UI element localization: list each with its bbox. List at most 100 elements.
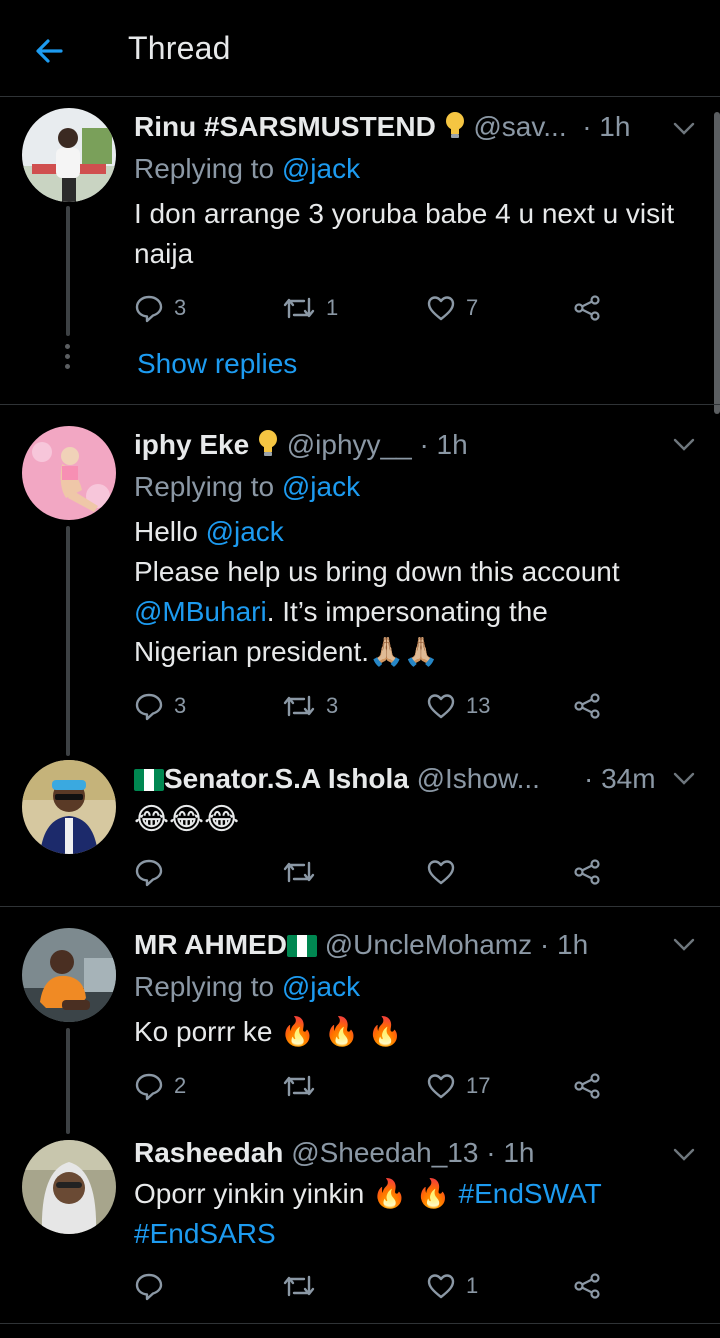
user-handle[interactable]: @UncleMohamz	[325, 929, 532, 960]
text-segment: Oporr yinkin yinkin	[134, 1178, 373, 1209]
chevron-down-icon[interactable]	[670, 934, 698, 954]
replying-label: Replying to	[134, 971, 275, 1002]
tweet-text: I don arrange 3 yoruba babe 4 u next u v…	[134, 198, 675, 269]
retweet-button[interactable]	[282, 854, 326, 890]
thread-screen: Thread Rinu #SARSMUSTEND @sav... · 1h Re…	[0, 0, 720, 1338]
avatar[interactable]	[22, 928, 116, 1022]
like-count: 17	[466, 1073, 491, 1098]
show-replies-link[interactable]: Show replies	[137, 348, 297, 380]
chevron-down-icon[interactable]	[670, 1144, 698, 1164]
reply-button[interactable]: 2	[134, 1068, 186, 1104]
heart-icon	[427, 1274, 455, 1299]
tweet-text: 😂😂😂	[134, 802, 240, 837]
timestamp[interactable]: · 1h	[540, 929, 588, 960]
share-button[interactable]	[572, 1268, 602, 1304]
tweet[interactable]: iphy Eke @iphyy__ · 1h Replying to @jack…	[0, 406, 720, 756]
user-handle[interactable]: @iphyy__	[287, 429, 412, 460]
like-button[interactable]: 17	[426, 1068, 490, 1104]
user-handle[interactable]: @sav...	[473, 111, 566, 142]
reply-button[interactable]	[134, 854, 174, 890]
replying-to: Replying to @jack	[134, 152, 360, 186]
light-bulb-icon	[445, 112, 464, 138]
replying-label: Replying to	[134, 153, 275, 184]
top-bar: Thread	[0, 0, 720, 97]
action-bar: 2 17	[134, 1068, 720, 1104]
chevron-down-icon[interactable]	[670, 118, 698, 138]
user-handle[interactable]: @Ishow...	[417, 763, 540, 794]
light-bulb-icon	[258, 430, 277, 456]
heart-icon	[427, 1074, 455, 1099]
display-name[interactable]: MR AHMED	[134, 929, 287, 960]
retweet-button[interactable]: 1	[282, 290, 338, 326]
share-icon	[574, 693, 600, 719]
display-name[interactable]: Rasheedah	[134, 1137, 283, 1168]
text-segment: Please help us bring down this account	[134, 556, 620, 587]
replying-label: Replying to	[134, 471, 275, 502]
tweet-text: Oporr yinkin yinkin 🔥 🔥 #EndSWAT #EndSAR…	[134, 1174, 680, 1254]
like-button[interactable]: 1	[426, 1268, 478, 1304]
mention-link[interactable]: @jack	[282, 971, 360, 1002]
tweet-header: Rinu #SARSMUSTEND @sav... · 1h	[134, 110, 660, 144]
nigeria-flag-icon	[286, 935, 317, 957]
tweet[interactable]: Rinu #SARSMUSTEND @sav... · 1h Replying …	[0, 98, 720, 405]
like-button[interactable]: 7	[426, 290, 478, 326]
replying-to: Replying to @jack	[134, 470, 360, 504]
avatar[interactable]	[22, 1140, 116, 1234]
mention-link[interactable]: @jack	[282, 471, 360, 502]
tweet[interactable]: Rasheedah @Sheedah_13 · 1h Oporr yinkin …	[0, 1124, 720, 1324]
share-button[interactable]	[572, 1068, 602, 1104]
avatar[interactable]	[22, 108, 116, 202]
mention-link[interactable]: @jack	[206, 516, 284, 547]
share-button[interactable]	[572, 688, 602, 724]
mention-link[interactable]: @jack	[282, 153, 360, 184]
tweet[interactable]: Senator.S.A Ishola @Ishow... · 34m 😂😂😂	[0, 746, 720, 907]
retweet-icon	[283, 861, 315, 883]
avatar[interactable]	[22, 426, 116, 520]
like-count: 13	[466, 693, 491, 718]
like-button[interactable]	[426, 854, 466, 890]
action-bar	[134, 854, 720, 890]
chevron-down-icon[interactable]	[670, 768, 698, 788]
retweet-count: 1	[326, 295, 339, 320]
user-handle[interactable]: @Sheedah_13	[291, 1137, 478, 1168]
retweet-button[interactable]	[282, 1268, 326, 1304]
display-name[interactable]: Rinu #SARSMUSTEND	[134, 111, 436, 142]
reply-button[interactable]: 3	[134, 688, 186, 724]
chevron-down-icon[interactable]	[670, 434, 698, 454]
tweet[interactable]: MR AHMED @UncleMohamz · 1h Replying to @…	[0, 908, 720, 1134]
share-icon	[574, 1073, 600, 1099]
reply-button[interactable]: 3	[134, 290, 186, 326]
display-name[interactable]: iphy Eke	[134, 429, 249, 460]
fire-emoji: 🔥 🔥	[372, 1177, 451, 1210]
display-name[interactable]: Senator.S.A Ishola	[164, 763, 409, 794]
nigeria-flag-icon	[134, 769, 164, 791]
retweet-button[interactable]: 3	[282, 688, 338, 724]
reply-icon	[135, 1273, 163, 1301]
share-button[interactable]	[572, 854, 602, 890]
back-button[interactable]	[26, 28, 72, 74]
thread-line	[66, 1028, 70, 1134]
thread-dots	[65, 344, 71, 374]
retweet-button[interactable]	[282, 1068, 326, 1104]
reply-count: 3	[174, 693, 187, 718]
reply-icon	[135, 859, 163, 887]
timestamp[interactable]: · 1h	[582, 111, 630, 142]
retweet-icon	[283, 297, 315, 319]
page-title: Thread	[128, 30, 231, 66]
hashtag-link[interactable]: #EndSARS	[134, 1218, 276, 1249]
avatar[interactable]	[22, 760, 116, 854]
share-button[interactable]	[572, 290, 602, 326]
retweet-icon	[283, 1275, 315, 1297]
reply-button[interactable]	[134, 1268, 174, 1304]
text-segment: Hello	[134, 516, 206, 547]
timestamp[interactable]: · 1h	[486, 1137, 534, 1168]
like-button[interactable]: 13	[426, 688, 490, 724]
mention-link[interactable]: @MBuhari	[134, 596, 267, 627]
timestamp[interactable]: · 1h	[419, 429, 467, 460]
timestamp[interactable]: · 34m	[584, 762, 656, 796]
reply-icon	[135, 693, 163, 721]
hashtag-link[interactable]: #EndSWAT	[459, 1178, 602, 1209]
thread-line	[66, 206, 70, 336]
text-segment: Ko porrr ke	[134, 1016, 281, 1047]
praying-hands-emoji: 🙏🏼🙏🏼	[369, 635, 439, 668]
